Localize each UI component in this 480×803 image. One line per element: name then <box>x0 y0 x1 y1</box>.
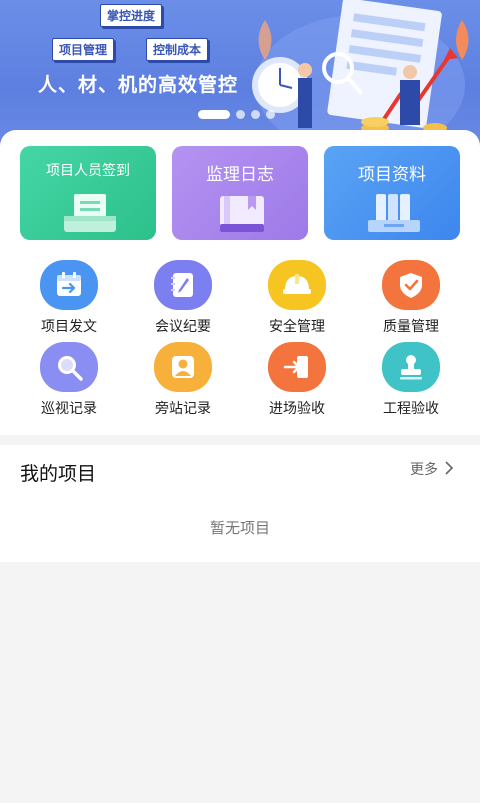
tag-progress: 掌控进度 <box>100 4 163 27</box>
document-tray-icon <box>64 194 116 232</box>
calendar-arrow-icon <box>40 260 98 310</box>
grid-item-label: 质量管理 <box>383 319 439 335</box>
top-banner[interactable]: 掌控进度 项目管理 控制成本 人、材、机的高效管控 <box>0 0 480 150</box>
grid-item-label: 安全管理 <box>269 319 325 335</box>
magnifier-icon <box>40 342 98 392</box>
carousel-dot[interactable] <box>266 110 275 119</box>
grid-item-meeting-minutes[interactable]: 会议纪要 <box>128 260 238 340</box>
my-projects-section: 我的项目 更多 暂无项目 <box>0 445 480 562</box>
grid-item-safety-management[interactable]: 安全管理 <box>242 260 352 340</box>
tag-project-management: 项目管理 <box>52 38 115 61</box>
grid-item-label: 巡视记录 <box>41 401 97 417</box>
grid-item-label: 工程验收 <box>383 401 439 417</box>
person-icon <box>154 342 212 392</box>
carousel-dot[interactable] <box>236 110 245 119</box>
grid-item-project-dispatch[interactable]: 项目发文 <box>14 260 124 340</box>
grid-item-patrol-record[interactable]: 巡视记录 <box>14 342 124 422</box>
shield-check-icon <box>382 260 440 310</box>
chevron-right-icon[interactable] <box>442 460 456 476</box>
quick-card-label: 项目资料 <box>358 165 426 185</box>
quick-card-label: 项目人员签到 <box>46 163 130 179</box>
carousel-indicator[interactable] <box>198 110 275 119</box>
grid-item-entry-acceptance[interactable]: 进场验收 <box>242 342 352 422</box>
enter-door-icon <box>268 342 326 392</box>
grid-item-label: 会议纪要 <box>155 319 211 335</box>
banner-slogan: 人、材、机的高效管控 <box>38 74 239 96</box>
helmet-icon <box>268 260 326 310</box>
quick-card-supervision-log[interactable]: 监理日志 <box>172 146 308 240</box>
quick-card-label: 监理日志 <box>206 165 274 185</box>
book-icon <box>220 196 264 232</box>
grid-item-label: 进场验收 <box>269 401 325 417</box>
carousel-dot[interactable] <box>251 110 260 119</box>
function-panel: 项目人员签到 监理日志 项目资料 项目发文 会议纪要 安全管理 质量管理 巡视记… <box>0 130 480 435</box>
grid-item-quality-management[interactable]: 质量管理 <box>356 260 466 340</box>
section-title: 我的项目 <box>20 463 97 485</box>
grid-item-label: 旁站记录 <box>155 401 211 417</box>
more-link[interactable]: 更多 <box>410 459 438 479</box>
banner-illustration <box>252 0 469 150</box>
quick-card-project-files[interactable]: 项目资料 <box>324 146 460 240</box>
grid-item-sidestation-record[interactable]: 旁站记录 <box>128 342 238 422</box>
carousel-dot-active[interactable] <box>198 110 230 119</box>
tag-cost-control: 控制成本 <box>146 38 209 61</box>
binder-shelf-icon <box>368 194 420 232</box>
stamp-icon <box>382 342 440 392</box>
notebook-pen-icon <box>154 260 212 310</box>
grid-item-label: 项目发文 <box>41 319 97 335</box>
empty-state-text: 暂无项目 <box>209 519 270 537</box>
grid-item-project-acceptance[interactable]: 工程验收 <box>356 342 466 422</box>
quick-card-checkin[interactable]: 项目人员签到 <box>20 146 156 240</box>
